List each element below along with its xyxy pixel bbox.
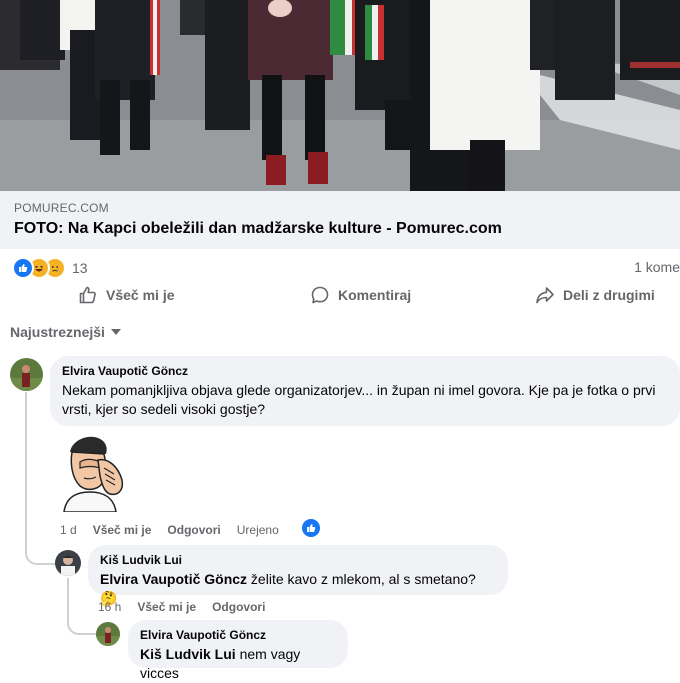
facepalm-sticker: [58, 434, 130, 513]
share-button[interactable]: Deli z drugimi: [535, 285, 655, 305]
link-preview-image[interactable]: [0, 0, 680, 191]
reply-author[interactable]: Elvira Vaupotič Göncz: [140, 628, 336, 642]
like-button-label: Všeč mi je: [106, 287, 175, 303]
thumbs-up-icon: [79, 286, 96, 304]
comment-like-reaction-icon[interactable]: [302, 519, 320, 537]
comment-author[interactable]: Elvira Vaupotič Göncz: [62, 364, 668, 378]
avatar[interactable]: [55, 550, 81, 576]
reactions-summary[interactable]: 13: [12, 257, 88, 279]
avatar[interactable]: [10, 358, 43, 391]
comment-time[interactable]: 1 d: [60, 523, 77, 537]
link-domain: POMUREC.COM: [14, 201, 109, 215]
reply-bubble: Elvira Vaupotič Göncz Kiš Ludvik Lui nem…: [128, 620, 348, 681]
comment-reply-button[interactable]: Odgovori: [167, 523, 220, 537]
reply-author[interactable]: Kiš Ludvik Lui: [100, 553, 496, 567]
comments-count[interactable]: 1 kome: [634, 259, 680, 275]
thread-connector: [25, 545, 57, 565]
share-button-label: Deli z drugimi: [563, 287, 655, 303]
comment-edited-label[interactable]: Urejeno: [237, 523, 279, 537]
reply-reply-button[interactable]: Odgovori: [212, 600, 265, 614]
reply-mention[interactable]: Kiš Ludvik Lui: [140, 646, 236, 662]
thread-line: [67, 578, 69, 618]
comment-button-label: Komentiraj: [338, 287, 412, 303]
reply-bubble: Kiš Ludvik Lui Elvira Vaupotič Göncz žel…: [88, 545, 508, 606]
like-icon: [12, 257, 34, 279]
avatar[interactable]: [96, 622, 120, 646]
comment-icon: [311, 286, 329, 304]
link-preview-box[interactable]: POMUREC.COM FOTO: Na Kapci obeležili dan…: [0, 191, 680, 249]
comment-button[interactable]: Komentiraj: [310, 285, 411, 305]
reply-time[interactable]: 16 h: [98, 600, 121, 614]
like-button[interactable]: Všeč mi je: [78, 285, 175, 305]
comment-sort-dropdown[interactable]: Najustreznejši: [10, 324, 121, 340]
reply-like-button[interactable]: Všeč mi je: [137, 600, 196, 614]
thread-line: [25, 392, 27, 552]
comment-text: Nekam pomanjkljiva objava glede organiza…: [62, 382, 656, 417]
caret-down-icon: [110, 329, 121, 335]
reply-mention[interactable]: Elvira Vaupotič Göncz: [100, 571, 247, 587]
link-title[interactable]: FOTO: Na Kapci obeležili dan madžarske k…: [14, 220, 502, 238]
share-icon: [536, 287, 554, 304]
post-actions-bar: Všeč mi je Komentiraj Deli z drugimi: [0, 285, 680, 311]
comment-meta: 1 d Všeč mi je Odgovori Urejeno: [60, 523, 295, 537]
reply-meta: 16 h Všeč mi je Odgovori: [98, 600, 281, 614]
sort-label: Najustreznejši: [10, 324, 105, 340]
comment-like-button[interactable]: Všeč mi je: [93, 523, 152, 537]
thread-connector: [67, 615, 97, 635]
reactions-count[interactable]: 13: [72, 260, 88, 276]
comment-bubble: Elvira Vaupotič Göncz Nekam pomanjkljiva…: [50, 356, 680, 426]
